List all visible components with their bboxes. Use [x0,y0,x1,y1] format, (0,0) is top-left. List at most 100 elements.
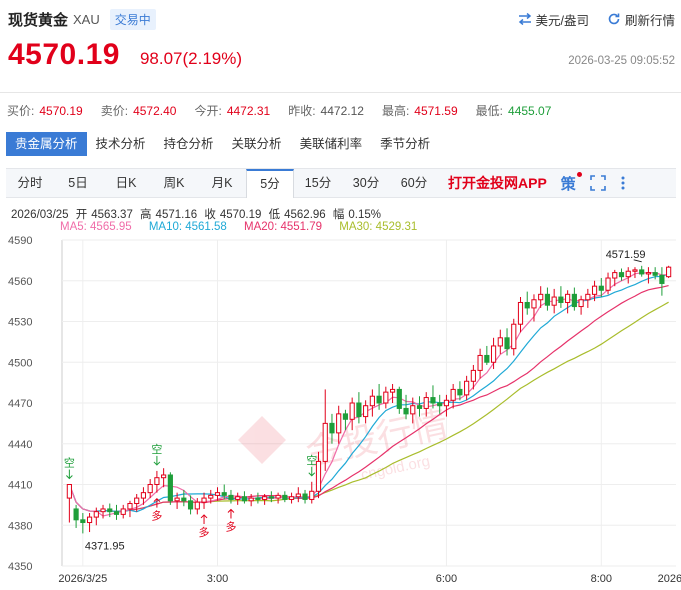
candle-body [666,266,672,278]
y-tick-label: 4560 [8,276,32,288]
candle-body [565,293,571,303]
candle-close: 4570.19 [219,209,262,221]
x-tick-label: 3:00 [207,573,228,585]
candle-date: 2026/03/25 [11,209,69,221]
candle-body [396,388,402,409]
candle-body [248,497,254,502]
candle-body [376,395,382,404]
quote-low: 最低: 4455.07 [475,104,552,118]
candle-body [167,474,173,502]
header: 现货黄金 XAU 交易中 美元/盎司 刷新行情 [8,6,675,32]
candle-body [410,405,416,415]
x-tick-label: 2026/3/25 [58,573,107,585]
candle-body [107,508,113,513]
candle-body [632,269,638,272]
candle-info: 2026/03/25 开 4563.37 高 4571.16 收 4570.19 低4… [11,209,381,221]
tab-precious-metals[interactable]: 贵金属分析 [6,132,87,156]
tab-fed-rate[interactable]: 美联储利率 [291,132,372,156]
tab-positions[interactable]: 持仓分析 [155,132,223,156]
x-tick-label: 2026/3/25 [658,573,681,585]
candle-body [140,492,147,499]
instrument-name: 现货黄金 [8,11,69,29]
short-signal-arrow [153,455,161,466]
candle-body [268,496,274,499]
candle-body [504,337,510,350]
candle-body [585,293,591,301]
expand-icon[interactable] [590,175,606,191]
y-tick-label: 4410 [8,480,32,492]
y-tick-label: 4500 [8,357,32,369]
candle-body [201,497,207,503]
period-30min[interactable]: 30分 [342,169,390,198]
period-timeshare[interactable]: 分时 [6,169,54,198]
candle-body [659,274,665,284]
strategy-button[interactable]: 策 [561,171,582,194]
long-signal-arrow [200,514,208,524]
candle-body [113,511,120,515]
candle-body [464,380,470,396]
quote-prev-close: 昨收: 4472.12 [288,104,364,118]
candle-body [450,388,456,401]
candle-body [302,493,308,500]
period-5min[interactable]: 5分 [246,168,294,198]
candle-body [86,516,93,524]
candle-body [625,270,631,278]
candle-body [484,354,490,363]
candle-body [544,293,551,306]
period-weekly[interactable]: 周K [150,169,198,198]
candle-body [443,399,450,407]
candle-body [214,492,221,496]
candle-low: 4562.96 [284,209,326,221]
short-signal-arrow [66,469,73,480]
y-tick-label: 4530 [8,317,32,329]
candle-body [558,296,564,303]
candle-body [282,494,288,500]
refresh-icon [608,13,620,25]
candle-body [154,477,160,485]
period-60min[interactable]: 60分 [390,169,438,198]
candle-body [437,402,443,407]
low-label: 4371.95 [85,540,125,552]
candle-body [652,272,658,276]
candle-body [221,492,227,496]
long-signal-label: 多 [151,509,162,523]
y-tick-label: 4440 [8,439,32,451]
candle-body [477,354,483,371]
candle-body [309,490,315,500]
candle-body [578,299,584,308]
candle-body [295,493,301,498]
candlestick-chart[interactable]: 4590 4560 4530 4500 4470 4440 4410 4380 4350 2026… [0,228,681,590]
tab-seasonal[interactable]: 季节分析 [371,132,439,156]
refresh-quotes-button[interactable]: 刷新行情 [607,10,675,29]
candle-body [369,395,375,407]
swap-icon [518,13,531,25]
more-vertical-icon[interactable] [620,175,626,191]
candle-body [134,497,140,505]
currency-unit-button[interactable]: 美元/盎司 [518,10,589,29]
candle-body [571,293,577,308]
short-signal-label: 空 [64,456,75,470]
candle-range: 0.15% [348,209,381,221]
open-app-link[interactable]: 打开金投网APP [448,173,547,193]
candle-body [187,500,194,510]
candle-body [262,496,268,500]
period-monthly[interactable]: 月K [198,169,246,198]
period-5day[interactable]: 5日 [54,169,102,198]
currency-unit-label: 美元/盎司 [535,13,589,28]
candle-body [470,369,476,382]
period-daily[interactable]: 日K [102,169,150,198]
tab-technical[interactable]: 技术分析 [87,132,155,156]
tab-correlation[interactable]: 关联分析 [223,132,291,156]
instrument-code: XAU [73,11,100,27]
candle-open: 4563.37 [91,209,133,221]
refresh-label: 刷新行情 [624,13,675,28]
analysis-tabs: 贵金属分析 技术分析 持仓分析 关联分析 美联储利率 季节分析 [6,132,675,156]
period-15min[interactable]: 15分 [294,169,342,198]
candle-body [127,503,133,510]
high-label: 4571.59 [606,249,646,261]
candle-body [100,508,106,513]
short-signal-label: 空 [151,442,162,456]
long-signal-arrow [227,508,235,519]
candle-high: 4571.16 [155,209,198,221]
candle-body [336,413,342,434]
